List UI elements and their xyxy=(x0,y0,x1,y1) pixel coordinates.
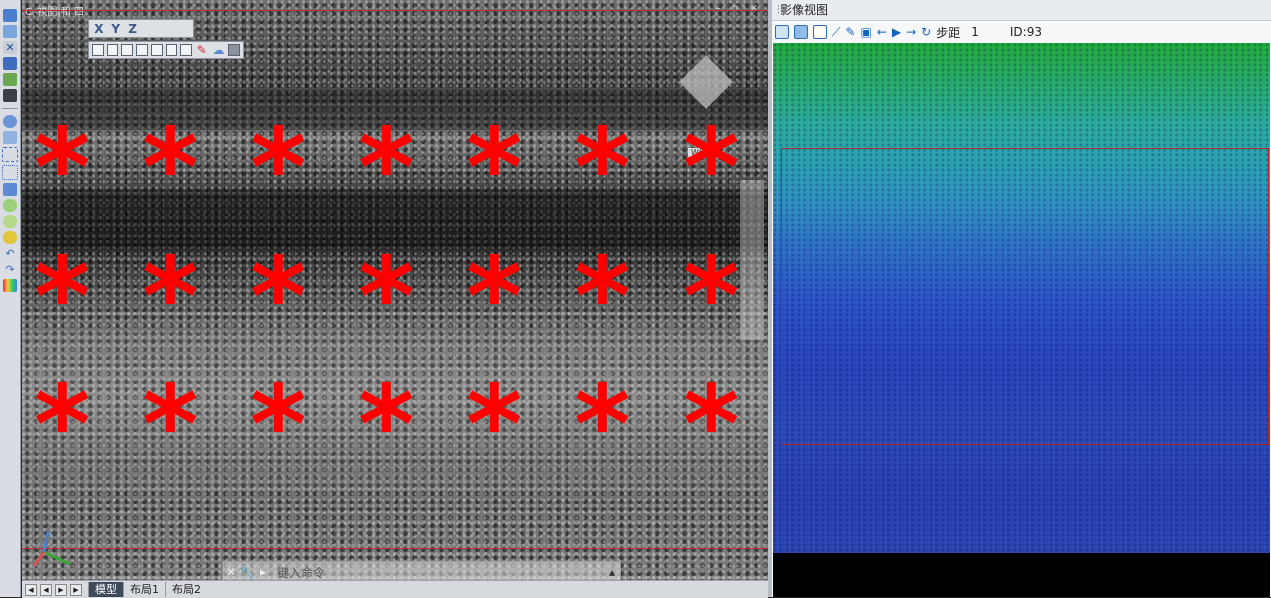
play-icon[interactable]: ▶ xyxy=(892,26,901,38)
layout-tabs: ◀ ◀ ▶ ▶ 模型 布局1 布局2 xyxy=(22,580,768,598)
chevron-up-icon[interactable]: ▴ xyxy=(604,565,620,579)
tab-layout1[interactable]: 布局1 xyxy=(123,582,165,597)
circle-icon[interactable] xyxy=(3,115,17,128)
cad-viewport[interactable]: Cᵢ-視图|和 四 – ▫ × X Y Z ✎ ☁ WCS * * * * * … xyxy=(22,0,768,580)
asterisk-marker: * xyxy=(34,235,91,360)
arrow-right-icon[interactable]: → xyxy=(906,26,916,38)
id-label: ID:93 xyxy=(1009,25,1042,39)
highlight-icon[interactable] xyxy=(3,231,17,244)
red-guide-line xyxy=(22,10,768,11)
image-view-panel: ⋮ 影像视图 ⟋ ✎ ▣ ← ▶ → ↻ 步距 1 ID:93 xyxy=(772,0,1271,597)
document-icon[interactable] xyxy=(3,9,17,22)
view-back-icon[interactable] xyxy=(106,44,119,56)
asterisk-marker: * xyxy=(34,363,91,488)
asterisk-marker: * xyxy=(683,235,740,360)
step-value[interactable]: 1 xyxy=(971,25,979,39)
wrench-icon[interactable]: 🔧 xyxy=(239,565,255,579)
cloud-icon[interactable] xyxy=(3,199,17,212)
arrow-left-icon[interactable]: ← xyxy=(877,26,887,38)
close-icon[interactable]: ✕ xyxy=(3,41,17,54)
view-top-icon[interactable] xyxy=(150,44,163,56)
asterisk-marker: * xyxy=(466,363,523,488)
tab-layout2[interactable]: 布局2 xyxy=(165,582,207,597)
asterisk-marker: * xyxy=(142,106,199,231)
shade-icon[interactable] xyxy=(228,44,240,56)
select-rect-icon[interactable] xyxy=(2,165,18,180)
left-toolbar: ✕ ↶ ↷ xyxy=(0,0,21,597)
view-x-button[interactable]: X xyxy=(92,22,106,36)
view-cube-toolbar: ✎ ☁ xyxy=(88,41,244,59)
tab-model[interactable]: 模型 xyxy=(88,582,123,597)
image-toolbar: ⟋ ✎ ▣ ← ▶ → ↻ 步距 1 ID:93 xyxy=(772,21,1271,43)
rectangle-icon[interactable] xyxy=(3,131,17,144)
first-tab-icon[interactable]: ◀ xyxy=(25,583,37,596)
cloud-icon[interactable]: ☁ xyxy=(212,43,226,57)
image-canvas[interactable] xyxy=(773,43,1270,553)
view-toolbar: X Y Z xyxy=(88,19,194,38)
asterisk-marker: * xyxy=(683,106,740,231)
drag-handle-icon[interactable]: ⋮ xyxy=(774,5,783,15)
red-guide-line xyxy=(22,548,768,549)
asterisk-marker: * xyxy=(574,106,631,231)
grid-color-icon[interactable] xyxy=(3,279,17,292)
image-empty-area xyxy=(773,553,1270,597)
line-icon[interactable]: ⟋ xyxy=(832,26,840,38)
rect-select-icon[interactable] xyxy=(813,25,827,39)
asterisk-marker: * xyxy=(466,235,523,360)
command-line[interactable]: ✕ 🔧 ▸ 键入命令 ▴ xyxy=(222,561,621,580)
view-iso-icon[interactable] xyxy=(180,44,193,56)
viewport-window-controls[interactable]: – ▫ × xyxy=(715,3,762,14)
cloud-edit-icon[interactable] xyxy=(3,215,17,228)
navigation-bar[interactable] xyxy=(740,180,764,340)
step-label: 步距 xyxy=(936,25,961,40)
view-left-icon[interactable] xyxy=(121,44,134,56)
layers-icon[interactable] xyxy=(3,73,17,86)
close-icon[interactable]: ✕ xyxy=(223,565,239,579)
asterisk-marker: * xyxy=(574,235,631,360)
camera-icon[interactable]: ▣ xyxy=(860,26,871,38)
asterisk-marker: * xyxy=(358,106,415,231)
undo-icon[interactable]: ↶ xyxy=(3,247,17,260)
brush-icon[interactable] xyxy=(3,183,17,196)
image-icon[interactable] xyxy=(775,25,789,39)
asterisk-marker: * xyxy=(574,363,631,488)
refresh-icon[interactable]: ↻ xyxy=(921,26,931,38)
prompt-icon: ▸ xyxy=(259,565,267,579)
asterisk-marker: * xyxy=(250,363,307,488)
panel-title: 影像视图 xyxy=(772,0,1271,21)
view-y-button[interactable]: Y xyxy=(109,22,123,36)
asterisk-marker: * xyxy=(683,363,740,488)
view-z-button[interactable]: Z xyxy=(126,22,140,36)
command-input[interactable]: 键入命令 xyxy=(271,564,604,581)
asterisk-marker: * xyxy=(358,235,415,360)
prev-tab-icon[interactable]: ◀ xyxy=(40,583,52,596)
asterisk-marker: * xyxy=(250,106,307,231)
roi-rectangle[interactable] xyxy=(781,148,1269,445)
view-front-icon[interactable] xyxy=(92,44,104,56)
asterisk-marker: * xyxy=(466,106,523,231)
edit-icon[interactable]: ✎ xyxy=(845,26,855,38)
asterisk-marker: * xyxy=(142,235,199,360)
save-icon[interactable] xyxy=(3,57,17,70)
redo-icon[interactable]: ↷ xyxy=(3,263,17,276)
ucs-icon xyxy=(32,531,71,567)
folder-open-icon[interactable] xyxy=(3,25,17,38)
view-right-icon[interactable] xyxy=(136,44,148,56)
picture-icon[interactable] xyxy=(794,25,808,39)
asterisk-marker: * xyxy=(34,106,91,231)
dotted-rect-icon[interactable] xyxy=(2,147,18,162)
asterisk-marker: * xyxy=(250,235,307,360)
view-bottom-icon[interactable] xyxy=(165,44,178,56)
last-tab-icon[interactable]: ▶ xyxy=(70,583,82,596)
properties-icon[interactable] xyxy=(3,89,17,102)
asterisk-marker: * xyxy=(358,363,415,488)
pin-icon[interactable]: ✎ xyxy=(195,43,209,57)
next-tab-icon[interactable]: ▶ xyxy=(55,583,67,596)
asterisk-marker: * xyxy=(142,363,199,488)
